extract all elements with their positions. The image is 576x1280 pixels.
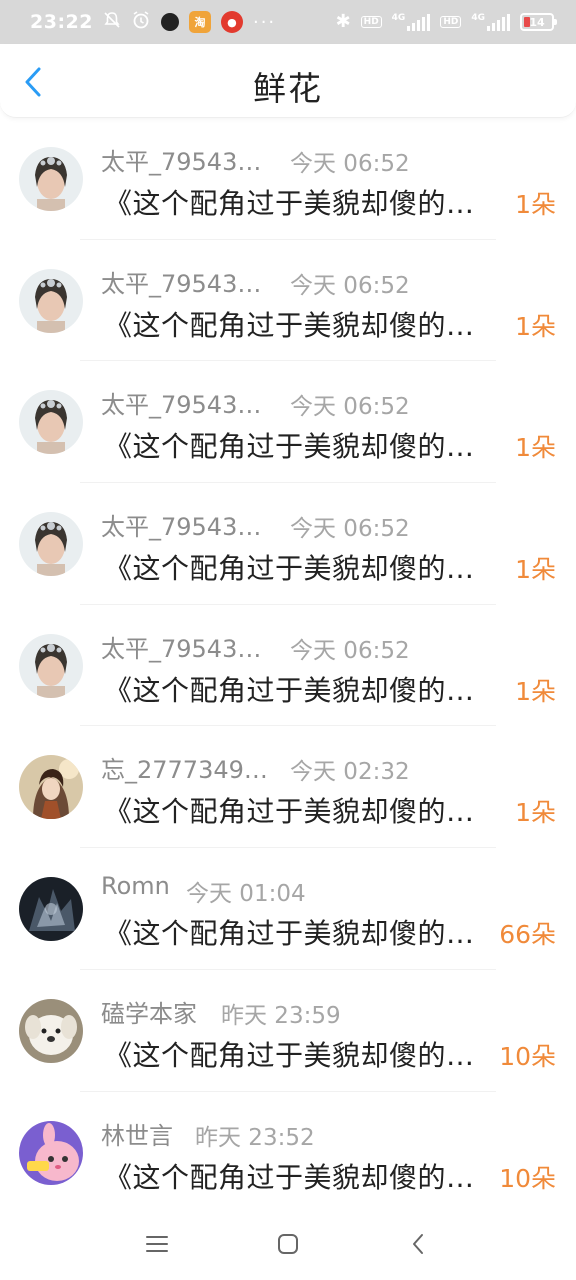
list-item[interactable]: 磕学本家 昨天 23:59 《这个配角过于美貌却傻的… 10朵 — [0, 970, 576, 1092]
book-title: 《这个配角过于美貌却傻的… — [104, 430, 475, 464]
avatar[interactable] — [19, 512, 83, 577]
user-name[interactable]: Romn — [101, 872, 170, 900]
hd-badge-2: HD — [440, 16, 462, 28]
app-icon — [160, 13, 179, 31]
timestamp: 今天 06:52 — [290, 516, 410, 543]
mute-icon — [103, 11, 121, 33]
timestamp: 昨天 23:52 — [195, 1124, 315, 1151]
home-button[interactable] — [268, 1228, 308, 1260]
back-icon — [413, 1234, 423, 1254]
avatar[interactable] — [19, 755, 83, 820]
alarm-icon — [131, 10, 151, 34]
list-item[interactable]: 太平_79543… 今天 06:52 《这个配角过于美貌却傻的… 1朵 — [0, 605, 576, 727]
nav-back-button[interactable] — [398, 1228, 438, 1260]
avatar[interactable] — [19, 633, 83, 698]
user-name[interactable]: 太平_79543… — [101, 385, 261, 420]
timestamp: 今天 06:52 — [290, 637, 410, 664]
flower-count: 1朵 — [515, 190, 556, 219]
list-item[interactable]: 太平_79543… 今天 06:52 《这个配角过于美貌却傻的… 1朵 — [0, 240, 576, 362]
flower-count: 10朵 — [499, 1163, 556, 1193]
user-name[interactable]: 林世言 — [101, 1116, 173, 1151]
hd-badge: HD — [360, 16, 382, 28]
user-name[interactable]: 磕学本家 — [101, 994, 197, 1029]
list-item[interactable]: 太平_79543… 今天 06:52 《这个配角过于美貌却傻的… 1朵 — [0, 361, 576, 484]
timestamp: 今天 01:04 — [186, 881, 306, 908]
flower-count: 1朵 — [515, 798, 556, 828]
timestamp: 今天 02:32 — [290, 759, 410, 786]
timestamp: 昨天 23:59 — [221, 1002, 341, 1029]
page-title: 鲜花 — [253, 69, 323, 108]
avatar[interactable] — [19, 1120, 83, 1185]
user-name[interactable]: 忘_2777349… — [101, 750, 268, 785]
status-right: ✱ HD 4G HD 4G 14 — [335, 11, 557, 32]
flower-count: 1朵 — [515, 555, 556, 585]
timestamp: 今天 06:52 — [290, 394, 410, 421]
book-title: 《这个配角过于美貌却傻的… — [104, 795, 475, 829]
avatar[interactable] — [19, 147, 83, 211]
nav-bar — [0, 1210, 576, 1280]
book-title: 《这个配角过于美貌却傻的… — [104, 187, 475, 220]
flower-list: 太平_79543… 今天 06:52 《这个配角过于美貌却傻的… 1朵 太平_79543… — [0, 118, 576, 1210]
list-item[interactable]: Romn 今天 01:04 《这个配角过于美貌却傻的… 66朵 — [0, 848, 576, 970]
taobao-icon: 淘 — [188, 11, 211, 33]
user-name[interactable]: 太平_79543… — [101, 264, 261, 299]
book-title: 《这个配角过于美貌却傻的… — [104, 308, 475, 342]
signal-icon-2 — [487, 13, 510, 31]
home-icon — [278, 1234, 298, 1254]
timestamp: 今天 06:52 — [290, 151, 410, 177]
list-item[interactable]: 林世言 昨天 23:52 《这个配角过于美貌却傻的… 10朵 — [0, 1092, 576, 1211]
battery-icon: 14 — [520, 13, 557, 31]
menu-icon — [146, 1236, 168, 1252]
timestamp: 今天 06:52 — [290, 272, 410, 299]
flower-count: 1朵 — [515, 433, 556, 463]
user-name[interactable]: 太平_79543… — [101, 142, 261, 177]
flower-count: 66朵 — [499, 920, 556, 950]
status-left: 23:22 淘 ● ··· — [30, 10, 276, 34]
user-name[interactable]: 太平_79543… — [101, 507, 261, 542]
status-time: 23:22 — [30, 11, 93, 33]
user-name[interactable]: 太平_79543… — [101, 629, 261, 664]
signal-2: 4G — [471, 13, 510, 31]
book-title: 《这个配角过于美貌却傻的… — [104, 917, 475, 951]
menu-button[interactable] — [137, 1228, 177, 1260]
flower-count: 1朵 — [515, 676, 556, 706]
bluetooth-icon: ✱ — [335, 11, 351, 32]
list-item[interactable]: 太平_79543… 今天 06:52 《这个配角过于美貌却傻的… 1朵 — [0, 118, 576, 240]
avatar[interactable] — [19, 390, 83, 455]
book-title: 《这个配角过于美貌却傻的… — [104, 673, 475, 707]
more-notifications-icon: ··· — [252, 11, 277, 33]
avatar[interactable] — [19, 998, 83, 1063]
book-title: 《这个配角过于美貌却傻的… — [104, 552, 475, 586]
flower-count: 10朵 — [499, 1041, 556, 1071]
redbag-icon: ● — [220, 11, 243, 33]
battery-level: 14 — [529, 15, 545, 29]
list-item[interactable]: 太平_79543… 今天 06:52 《这个配角过于美貌却傻的… 1朵 — [0, 483, 576, 605]
header: 鲜花 — [0, 44, 576, 118]
list-item[interactable]: 忘_2777349… 今天 02:32 《这个配角过于美貌却傻的… 1朵 — [0, 726, 576, 849]
status-bar: 23:22 淘 ● ··· ✱ HD 4G HD 4G 14 — [0, 0, 576, 44]
signal-1: 4G — [392, 13, 431, 31]
book-title: 《这个配角过于美貌却傻的… — [104, 1038, 475, 1072]
network-label: 4G — [391, 13, 406, 23]
book-title: 《这个配角过于美貌却傻的… — [104, 1160, 475, 1194]
avatar[interactable] — [19, 877, 83, 942]
signal-icon — [407, 13, 431, 31]
avatar[interactable] — [19, 268, 83, 333]
network-label-2: 4G — [471, 13, 485, 23]
flower-count: 1朵 — [515, 311, 556, 341]
